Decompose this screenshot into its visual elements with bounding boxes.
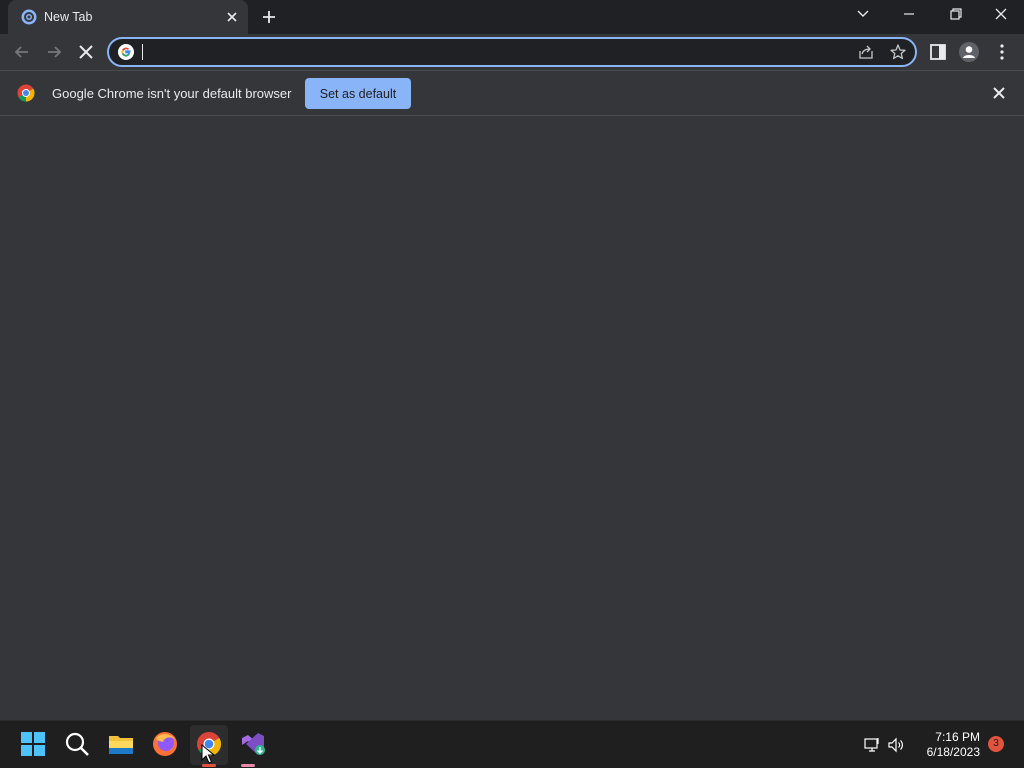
vs-installer-running-indicator: [241, 764, 255, 767]
close-tab-icon[interactable]: [224, 9, 240, 25]
chrome-new-tab-icon: [21, 9, 37, 25]
volume-icon[interactable]: [887, 736, 905, 754]
file-explorer-icon[interactable]: [106, 729, 136, 759]
new-tab-button[interactable]: [259, 7, 279, 27]
set-as-default-button[interactable]: Set as default: [305, 78, 411, 109]
infobar-message: Google Chrome isn't your default browser: [52, 86, 292, 101]
clock-time: 7:16 PM: [935, 730, 980, 744]
back-icon[interactable]: [11, 41, 33, 63]
google-g-icon: [118, 44, 134, 60]
address-input[interactable]: [141, 42, 841, 62]
stop-loading-icon[interactable]: [75, 41, 97, 63]
profile-avatar-icon[interactable]: [958, 41, 980, 63]
text-caret: [142, 44, 143, 60]
firefox-icon[interactable]: [150, 729, 180, 759]
share-icon[interactable]: [857, 43, 875, 61]
toolbar: [0, 34, 1024, 70]
default-browser-infobar: Google Chrome isn't your default browser…: [0, 70, 1024, 116]
search-icon[interactable]: [62, 729, 92, 759]
side-panel-icon[interactable]: [927, 41, 949, 63]
tab-title: New Tab: [44, 10, 93, 24]
menu-kebab-icon[interactable]: [991, 41, 1013, 63]
chrome-running-indicator: [202, 764, 216, 767]
tab-strip: New Tab: [0, 0, 1024, 34]
close-infobar-icon[interactable]: [991, 85, 1007, 101]
minimize-icon[interactable]: [897, 4, 921, 24]
mouse-cursor-icon: [201, 744, 215, 764]
visual-studio-installer-icon[interactable]: [238, 729, 268, 759]
close-window-icon[interactable]: [989, 4, 1013, 24]
chrome-logo-icon: [17, 84, 35, 102]
windows-start-icon[interactable]: [18, 729, 48, 759]
taskbar: 7:16 PM 6/18/2023: [0, 720, 1024, 768]
notification-badge[interactable]: 3: [988, 736, 1004, 752]
tab-search-icon[interactable]: [851, 4, 875, 24]
page-content: [0, 116, 1024, 720]
clock-date: 6/18/2023: [926, 745, 980, 759]
forward-icon[interactable]: [43, 41, 65, 63]
tab-new-tab[interactable]: New Tab: [8, 0, 248, 34]
bookmark-star-icon[interactable]: [889, 43, 907, 61]
network-icon[interactable]: [863, 736, 881, 754]
restore-icon[interactable]: [943, 4, 967, 24]
address-bar[interactable]: [107, 37, 917, 67]
system-clock[interactable]: 7:16 PM 6/18/2023: [918, 730, 980, 760]
